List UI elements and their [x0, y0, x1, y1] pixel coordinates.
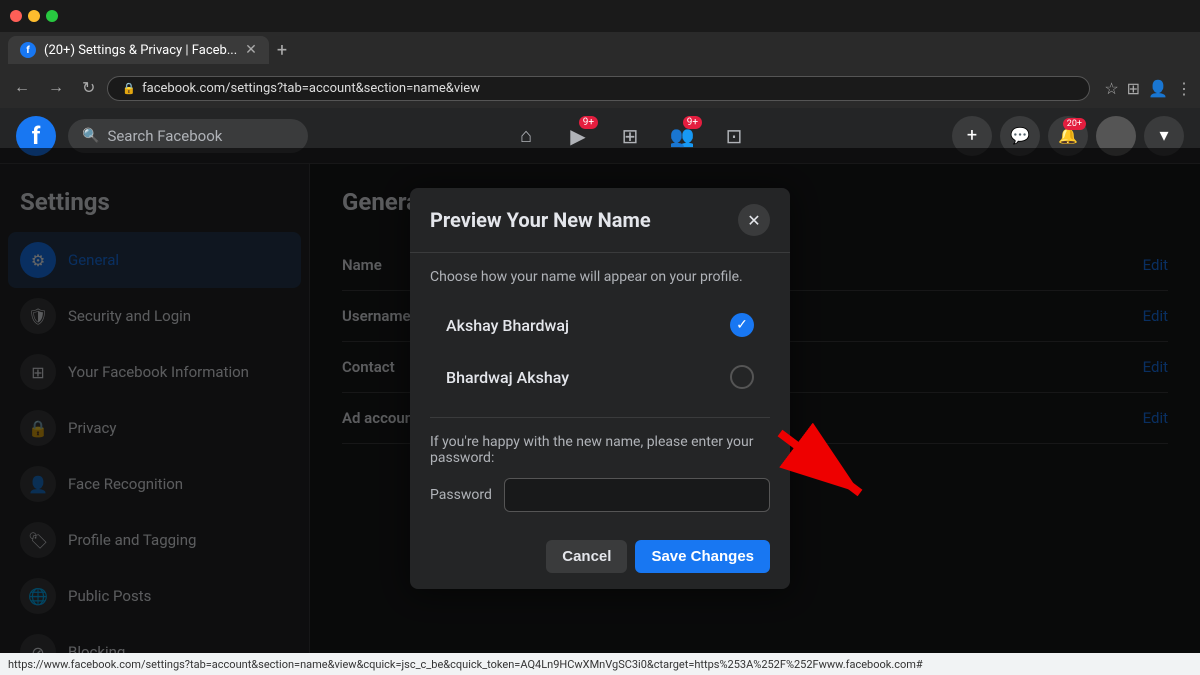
address-bar[interactable]: 🔒 facebook.com/settings?tab=account&sect… [107, 76, 1090, 101]
modal-close-btn[interactable]: ✕ [738, 204, 770, 236]
name-option-akshay-bhardwaj[interactable]: Akshay Bhardwaj ✓ [430, 301, 770, 349]
back-btn[interactable]: ← [8, 75, 36, 101]
password-section: If you're happy with the new name, pleas… [430, 417, 770, 512]
search-placeholder: Search Facebook [107, 127, 222, 145]
messenger-icon: 💬 [1010, 126, 1030, 145]
name-option-label-2: Bhardwaj Akshay [446, 368, 569, 387]
address-text: facebook.com/settings?tab=account&sectio… [142, 81, 480, 96]
tab-bar: f (20+) Settings & Privacy | Faceb... ✕ … [0, 32, 1200, 68]
name-option-bhardwaj-akshay[interactable]: Bhardwaj Akshay [430, 353, 770, 401]
tab-title: (20+) Settings & Privacy | Faceb... [44, 43, 237, 58]
new-tab-btn[interactable]: + [277, 40, 287, 61]
preview-name-modal: Preview Your New Name ✕ Choose how your … [410, 188, 790, 589]
modal-overlay: Preview Your New Name ✕ Choose how your … [0, 148, 1200, 653]
radio-unselected-2 [730, 365, 754, 389]
cancel-btn[interactable]: Cancel [546, 540, 627, 573]
modal-header: Preview Your New Name ✕ [410, 188, 790, 253]
menu-btn[interactable]: ⋮ [1176, 79, 1192, 98]
bookmark-btn[interactable]: ☆ [1104, 79, 1118, 98]
search-icon: 🔍 [82, 128, 99, 144]
tab-close-btn[interactable]: ✕ [245, 42, 257, 58]
gaming-icon: ⊡ [726, 124, 743, 148]
refresh-btn[interactable]: ↻ [76, 74, 101, 102]
modal-body: Choose how your name will appear on your… [410, 253, 790, 528]
name-option-label-1: Akshay Bhardwaj [446, 316, 569, 335]
lock-icon: 🔒 [122, 82, 136, 95]
password-row: Password [430, 478, 770, 512]
tab-favicon: f [20, 42, 36, 58]
save-changes-btn[interactable]: Save Changes [635, 540, 770, 573]
browser-actions: ☆ ⊞ 👤 ⋮ [1104, 79, 1192, 98]
status-text: https://www.facebook.com/settings?tab=ac… [8, 658, 923, 671]
browser-titlebar [0, 0, 1200, 32]
modal-footer: Cancel Save Changes [410, 528, 790, 589]
status-bar: https://www.facebook.com/settings?tab=ac… [0, 653, 1200, 675]
radio-selected-1: ✓ [730, 313, 754, 337]
modal-title: Preview Your New Name [430, 208, 651, 232]
active-tab[interactable]: f (20+) Settings & Privacy | Faceb... ✕ [8, 36, 269, 64]
password-input[interactable] [504, 478, 770, 512]
reels-badge: 9+ [579, 116, 598, 129]
password-prompt: If you're happy with the new name, pleas… [430, 434, 770, 466]
modal-subtitle: Choose how your name will appear on your… [430, 269, 770, 285]
extensions-btn[interactable]: ⊞ [1127, 79, 1140, 98]
home-icon: ⌂ [520, 123, 532, 148]
address-bar-row: ← → ↻ 🔒 facebook.com/settings?tab=accoun… [0, 68, 1200, 108]
password-label: Password [430, 487, 492, 503]
groups-badge: 9+ [683, 116, 702, 129]
profile-btn[interactable]: 👤 [1148, 79, 1168, 98]
forward-btn[interactable]: → [42, 75, 70, 101]
notifications-badge: 20+ [1063, 118, 1086, 130]
marketplace-icon: ⊞ [622, 124, 639, 148]
